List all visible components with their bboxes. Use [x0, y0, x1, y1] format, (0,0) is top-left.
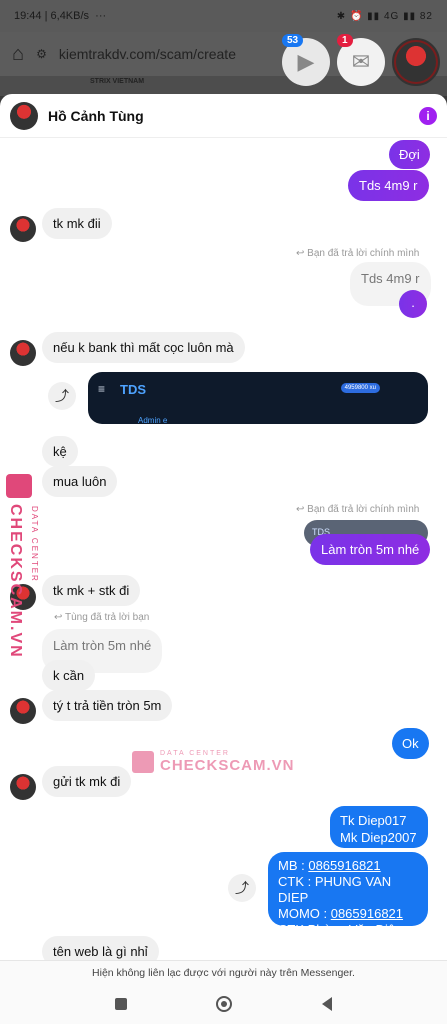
- messenger-badge: 1: [337, 34, 353, 47]
- momo-label: MOMO :: [278, 906, 331, 921]
- watermark-side: CHECKSCAM.VN DATA CENTER: [6, 474, 42, 659]
- chat-head-avatar[interactable]: [392, 38, 440, 86]
- message-line: CTK Phùng Văn Điệp: [278, 922, 403, 937]
- message-line: Tk Diep017: [340, 813, 407, 828]
- site-settings-icon[interactable]: ⚙: [36, 47, 47, 61]
- page-background-strip: STRIX VIETNAM: [0, 76, 447, 96]
- message-in[interactable]: k cần: [42, 660, 96, 691]
- mb-label: MB :: [278, 858, 309, 873]
- avatar: [396, 42, 436, 82]
- reply-note: ↩ Bạn đã trả lời chính mình: [296, 248, 420, 259]
- chat-head-video[interactable]: ▶ 53: [282, 34, 330, 86]
- play-icon: ▶: [297, 49, 315, 74]
- phone-link[interactable]: 0865916821: [331, 906, 403, 921]
- sender-avatar: [10, 340, 36, 366]
- message-in[interactable]: nếu k bank thì mất cọc luôn mà: [42, 332, 245, 363]
- watermark-text: CHECKSCAM.VN: [160, 757, 295, 774]
- url-field[interactable]: kiemtrakdv.com/scam/create: [59, 46, 236, 62]
- message-in[interactable]: tk mk đii: [42, 208, 112, 239]
- message-out[interactable]: Làm tròn 5m nhé: [310, 534, 431, 565]
- watermark-subtext: DATA CENTER: [160, 750, 230, 757]
- reply-note: ↩ Tùng đã trả lời bạn: [54, 612, 150, 623]
- message-line: Mk Diep2007: [340, 830, 417, 845]
- message-line: MOMO : 0865916821: [278, 906, 418, 922]
- tds-logo: TDS: [120, 382, 146, 397]
- watermark-subtext: DATA CENTER: [30, 506, 39, 583]
- tds-balance: 4959800 xu: [340, 383, 380, 393]
- message-out[interactable]: Ok: [392, 728, 429, 759]
- chat-panel: Hồ Cảnh Tùng i Đợi Tds 4m9 r tk mk đii ↩…: [0, 94, 447, 984]
- share-icon[interactable]: ⤴: [228, 874, 256, 902]
- chat-header: Hồ Cảnh Tùng i: [0, 94, 447, 138]
- status-bar: 19:44 | 6,4KB/s ··· ✱ ⏰ ▮▮ 4G ▮▮ 82: [0, 0, 447, 32]
- recents-icon[interactable]: [114, 998, 127, 1010]
- contact-avatar[interactable]: [10, 101, 38, 130]
- message-line: CTK : PHUNG VAN DIEP: [278, 874, 392, 905]
- image-attachment[interactable]: ≡ TDS 4959800 xu Admin e: [88, 372, 428, 424]
- video-badge: 53: [282, 34, 304, 47]
- messenger-icon: ✉: [351, 49, 371, 74]
- status-time: 19:44: [14, 10, 42, 22]
- message-in[interactable]: tý t trả tiền tròn 5m: [42, 690, 173, 721]
- back-icon[interactable]: [322, 997, 333, 1011]
- phone-link[interactable]: 0865916821: [308, 858, 380, 873]
- sender-avatar: [10, 216, 36, 242]
- message-line: MB : 0865916821: [278, 858, 418, 874]
- reply-note: ↩ Bạn đã trả lời chính mình: [296, 504, 420, 515]
- lock-icon: [132, 751, 154, 773]
- message-in[interactable]: tk mk + stk đi: [42, 575, 141, 606]
- system-nav-bar: [0, 984, 447, 1024]
- chat-head-messenger[interactable]: ✉ 1: [337, 34, 385, 86]
- share-icon[interactable]: ⤴: [48, 382, 76, 410]
- message-in[interactable]: gửi tk mk đi: [42, 766, 132, 797]
- tds-subtext: Admin e: [138, 416, 168, 424]
- status-dots: ···: [95, 10, 107, 22]
- status-speed: 6,4KB/s: [50, 10, 90, 22]
- payment-info-message[interactable]: MB : 0865916821 CTK : PHUNG VAN DIEP MOM…: [268, 852, 428, 937]
- status-icons: ✱ ⏰ ▮▮ 4G ▮▮ 82: [336, 10, 433, 22]
- message-in[interactable]: mua luôn: [42, 466, 118, 497]
- page-title: STRIX VIETNAM: [90, 78, 145, 85]
- menu-icon: ≡: [98, 382, 106, 396]
- home-icon[interactable]: ⌂: [12, 43, 24, 66]
- home-button-icon[interactable]: [216, 996, 233, 1012]
- contact-name[interactable]: Hồ Cảnh Tùng: [48, 108, 144, 124]
- sender-avatar: [10, 698, 36, 724]
- watermark-text: CHECKSCAM.VN: [7, 504, 24, 659]
- message-out[interactable]: Tk Diep017 Mk Diep2007: [330, 806, 428, 848]
- unavailable-notice: Hiện không liên lạc được với người này t…: [0, 960, 447, 984]
- message-out[interactable]: .: [399, 290, 427, 318]
- message-out[interactable]: Đợi: [389, 140, 430, 169]
- message-out[interactable]: Tds 4m9 r: [348, 170, 429, 201]
- lock-icon: [6, 474, 32, 498]
- watermark-center: DATA CENTER CHECKSCAM.VN: [132, 750, 295, 774]
- message-in[interactable]: kệ: [42, 436, 78, 467]
- sender-avatar: [10, 774, 36, 800]
- info-icon[interactable]: i: [419, 106, 437, 125]
